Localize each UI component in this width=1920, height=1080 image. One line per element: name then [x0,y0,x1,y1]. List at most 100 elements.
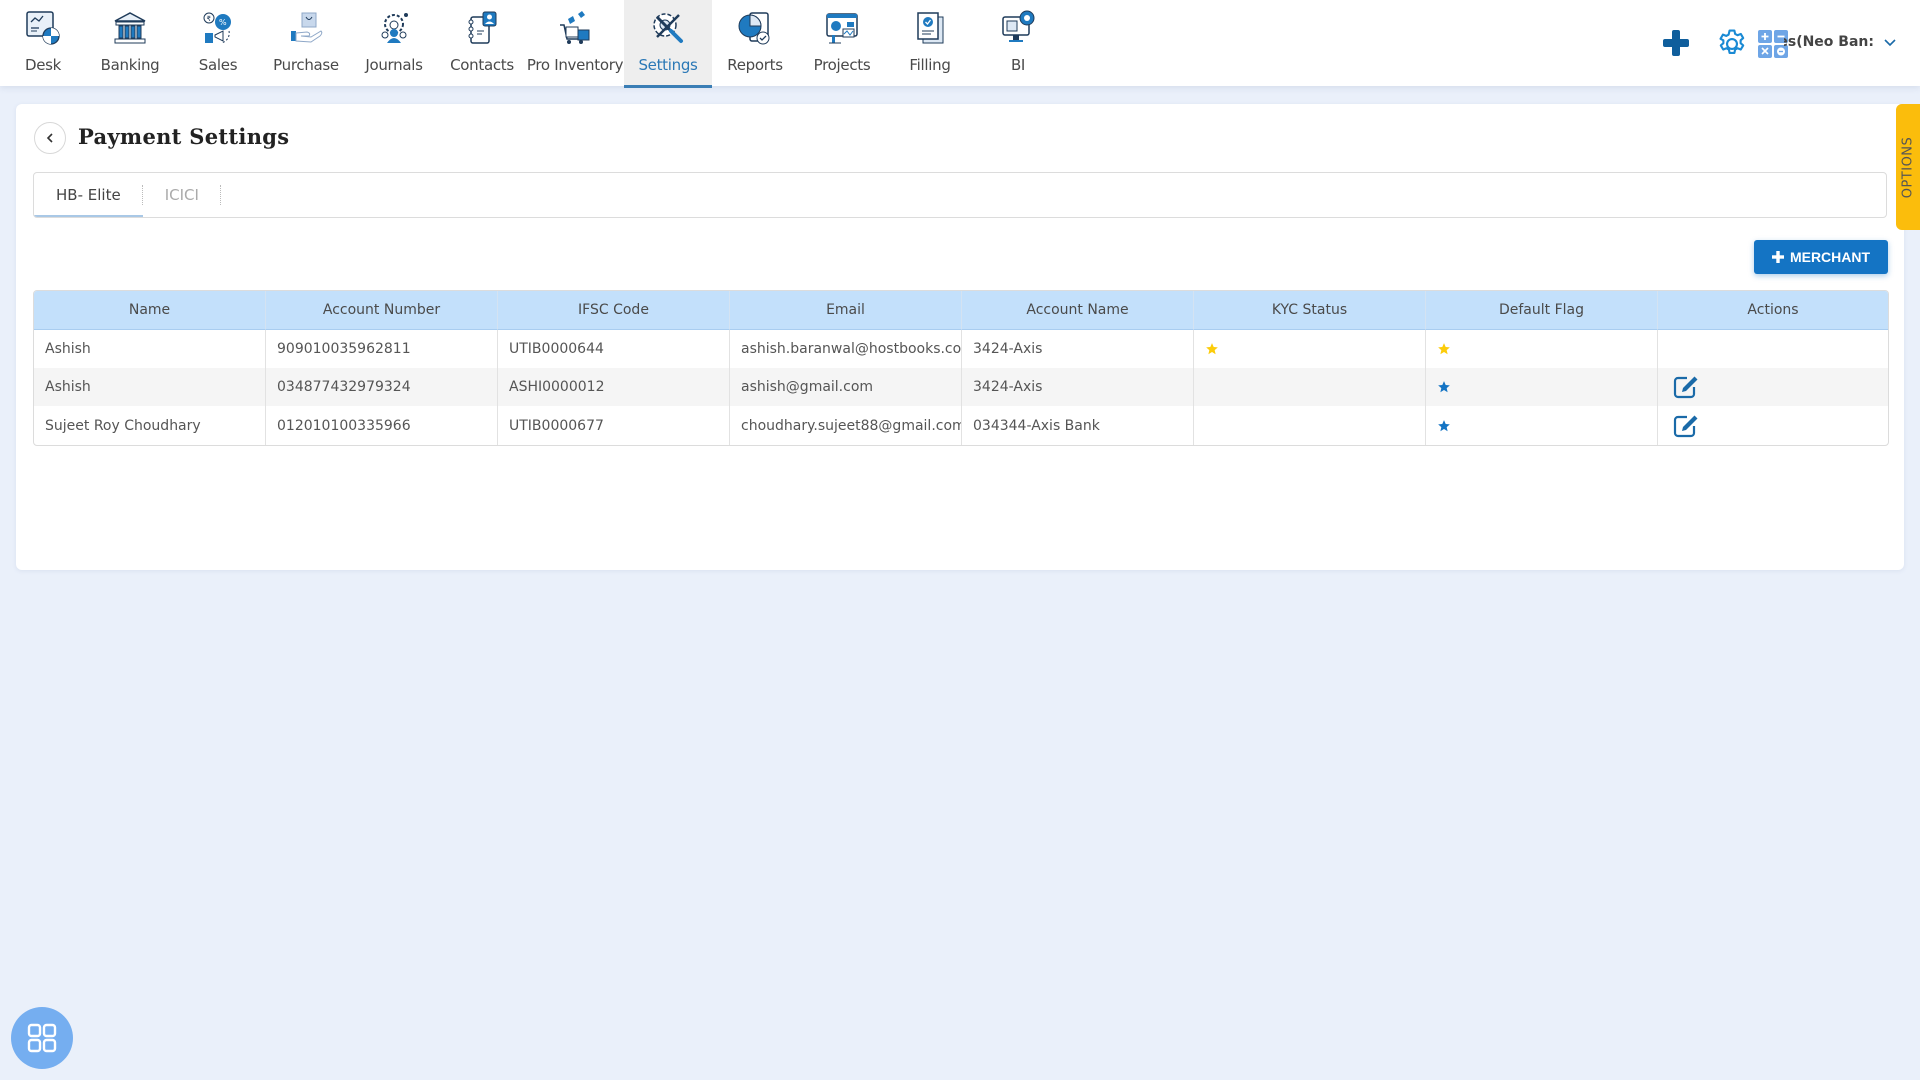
cell-email: choudhary.sujeet88@gmail.com [730,406,962,445]
sales-icon: ₹% [198,8,238,48]
cell-email: ashish@gmail.com [730,368,962,406]
filling-icon [910,8,950,48]
cell-actions [1658,330,1888,368]
nav-label: Journals [365,56,423,74]
cell-kyc-status [1194,330,1426,368]
cell-default-flag [1426,330,1658,368]
bank-icon [110,8,150,48]
nav-label: Desk [24,56,62,74]
column-header-account-name[interactable]: Account Name [962,291,1194,330]
cell-actions [1658,368,1888,406]
nav-item-contacts[interactable]: Contacts [438,0,526,88]
apps-menu-button[interactable] [11,1007,73,1069]
table-row: Sujeet Roy Choudhary 012010100335966 UTI… [34,406,1888,445]
svg-text:₹: ₹ [207,15,212,23]
nav-label: Reports [727,56,783,74]
star-blue-icon[interactable] [1437,380,1451,394]
merchant-label: MERCHANT [1789,249,1871,265]
reports-icon [735,8,775,48]
nav-label: Sales [198,56,238,74]
cell-name: Sujeet Roy Choudhary [34,406,266,445]
cell-ifsc: UTIB0000677 [498,406,730,445]
cell-name: Ashish [34,368,266,406]
company-selector[interactable]: :ies(Neo Ban [1784,34,1874,50]
cell-account-number: 034877432979324 [266,368,498,406]
plus-icon [1771,248,1784,266]
bank-tabs: HB- Elite ICICI [33,172,1887,218]
projects-icon [822,8,862,48]
cell-default-flag [1426,368,1658,406]
chevron-down-icon[interactable] [1882,34,1898,50]
nav-label: Pro Inventory [526,56,624,74]
column-header-kyc-status[interactable]: KYC Status [1194,291,1426,330]
nav-label: BI [1010,56,1026,74]
options-label: OPTIONS [1900,136,1916,198]
main-nav: Desk Banking ₹% Sales Purchase Journals [0,0,1062,88]
nav-item-projects[interactable]: Projects [798,0,886,88]
contacts-icon [462,8,502,48]
page-title: Payment Settings [78,124,290,149]
back-button[interactable] [34,122,66,154]
table-row: Ashish 909010035962811 UTIB0000644 ashis… [34,330,1888,368]
nav-item-journals[interactable]: Journals [350,0,438,88]
edit-icon[interactable] [1673,414,1699,438]
options-side-tab[interactable]: OPTIONS [1896,104,1920,230]
cell-email: ashish.baranwal@hostbooks.com [730,330,962,368]
column-header-account-number[interactable]: Account Number [266,291,498,330]
star-gold-icon [1206,343,1218,355]
journals-icon [374,8,414,48]
nav-item-settings[interactable]: Settings [624,0,712,88]
column-header-ifsc-code[interactable]: IFSC Code [498,291,730,330]
nav-label: Projects [813,56,871,74]
edit-icon[interactable] [1673,375,1699,399]
cell-kyc-status [1194,406,1426,445]
nav-label: Settings [638,56,698,74]
table-row: Ashish 034877432979324 ASHI0000012 ashis… [34,368,1888,406]
nav-label: Filling [909,56,951,74]
column-header-actions: Actions [1658,291,1888,330]
plus-icon[interactable] [1660,27,1692,59]
settings-icon [648,8,688,48]
tab-hb-elite[interactable]: HB- Elite [34,173,143,217]
cell-account-name: 3424-Axis [962,368,1194,406]
column-header-email[interactable]: Email [730,291,962,330]
column-header-default-flag[interactable]: Default Flag [1426,291,1658,330]
table-header-row: Name Account Number IFSC Code Email Acco… [34,291,1888,330]
nav-item-pro-inventory[interactable]: Pro Inventory [526,0,624,88]
star-gold-icon[interactable] [1437,342,1451,356]
nav-item-purchase[interactable]: Purchase [262,0,350,88]
add-merchant-button[interactable]: MERCHANT [1754,240,1888,274]
gear-icon[interactable] [1715,27,1749,61]
nav-item-sales[interactable]: ₹% Sales [174,0,262,88]
top-navigation-bar: Desk Banking ₹% Sales Purchase Journals [0,0,1920,88]
bi-icon [998,8,1038,48]
cell-ifsc: UTIB0000644 [498,330,730,368]
cell-kyc-status [1194,368,1426,406]
tab-icici[interactable]: ICICI [143,173,222,217]
merchant-table: Name Account Number IFSC Code Email Acco… [33,290,1889,446]
purchase-icon [286,8,326,48]
cell-account-number: 909010035962811 [266,330,498,368]
nav-item-desk[interactable]: Desk [0,0,86,88]
nav-item-filling[interactable]: Filling [886,0,974,88]
inventory-icon [555,8,595,48]
cell-account-name: 3424-Axis [962,330,1194,368]
cell-account-number: 012010100335966 [266,406,498,445]
cell-ifsc: ASHI0000012 [498,368,730,406]
payment-settings-card: Payment Settings HB- Elite ICICI MERCHAN… [16,104,1904,570]
star-blue-icon[interactable] [1437,419,1451,433]
nav-item-reports[interactable]: Reports [712,0,798,88]
cell-default-flag [1426,406,1658,445]
nav-label: Contacts [450,56,514,74]
grid-icon [27,1023,57,1053]
svg-text:%: % [219,18,227,27]
column-header-name[interactable]: Name [34,291,266,330]
cell-actions [1658,406,1888,445]
chevron-left-icon [46,133,53,143]
cell-account-name: 034344-Axis Bank [962,406,1194,445]
nav-label: Purchase [273,56,339,74]
desk-icon [23,8,63,48]
nav-label: Banking [100,56,160,74]
nav-item-bi[interactable]: BI [974,0,1062,88]
nav-item-banking[interactable]: Banking [86,0,174,88]
